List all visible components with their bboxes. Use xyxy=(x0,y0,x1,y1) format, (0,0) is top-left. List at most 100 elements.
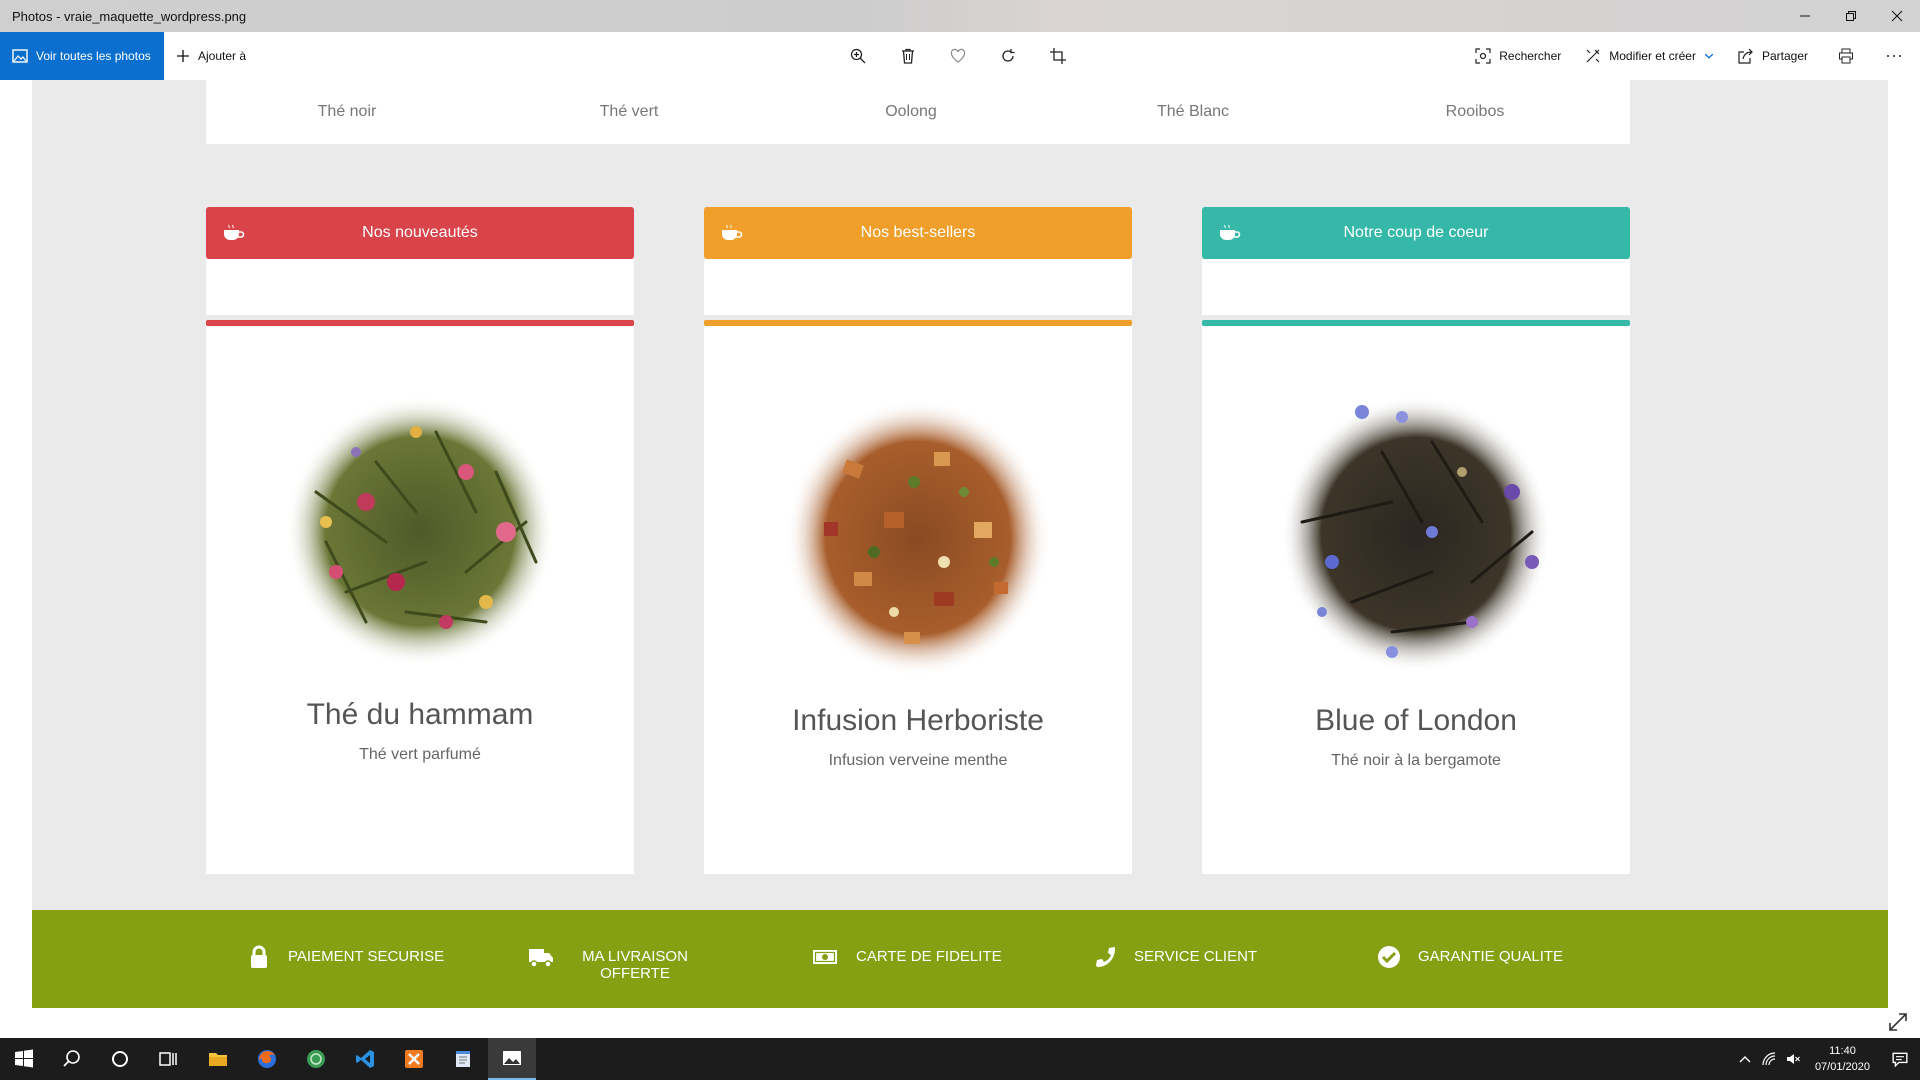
start-button[interactable] xyxy=(0,1038,48,1080)
toolbar-right: Rechercher Modifier et créer Partager xyxy=(1463,32,1920,80)
money-icon xyxy=(813,950,837,964)
cortana-button[interactable] xyxy=(96,1038,144,1080)
features-bar: PAIEMENT SECURISE MA LIVRAISON OFFERTE C… xyxy=(32,910,1888,1008)
card-header-new[interactable]: Nos nouveautés xyxy=(206,207,634,259)
feature-loyalty-card: CARTE DE FIDELITE xyxy=(810,944,1002,970)
system-tray: 11:40 07/01/2020 xyxy=(1733,1038,1920,1080)
show-hidden-icons-button[interactable] xyxy=(1733,1038,1757,1080)
minimize-button[interactable] xyxy=(1782,0,1828,32)
search-icon xyxy=(1475,48,1491,64)
card-header-favorite[interactable]: Notre coup de coeur xyxy=(1202,207,1630,259)
taskbar-photos[interactable] xyxy=(488,1038,536,1080)
taskbar-xampp[interactable] xyxy=(390,1038,438,1080)
check-circle-icon xyxy=(1378,946,1400,968)
search-taskbar-button[interactable] xyxy=(48,1038,96,1080)
xampp-icon xyxy=(405,1050,423,1068)
product-name[interactable]: Blue of London xyxy=(1202,704,1630,738)
delete-icon[interactable] xyxy=(896,44,920,68)
edit-create-label: Modifier et créer xyxy=(1609,49,1696,63)
chevron-up-icon xyxy=(1739,1056,1751,1063)
restore-button[interactable] xyxy=(1828,0,1874,32)
feature-quality-guarantee: GARANTIE QUALITE xyxy=(1376,944,1563,970)
product-card[interactable]: Infusion Herboriste Infusion verveine me… xyxy=(704,326,1132,874)
search-button[interactable]: Rechercher xyxy=(1463,32,1573,80)
rotate-icon[interactable] xyxy=(996,44,1020,68)
print-button[interactable] xyxy=(1820,32,1872,80)
card-spacer xyxy=(704,259,1132,315)
taskbar-app-green[interactable] xyxy=(292,1038,340,1080)
more-options-button[interactable] xyxy=(1872,32,1920,80)
share-icon xyxy=(1738,48,1753,64)
truck-icon xyxy=(529,949,553,968)
photos-icon xyxy=(12,49,28,63)
card-spacer xyxy=(206,259,634,315)
image-viewport: Thé noir Thé vert Oolong Thé Blanc Rooib… xyxy=(0,80,1920,1038)
product-image-black-tea xyxy=(1281,396,1551,672)
view-all-photos-label: Voir toutes les photos xyxy=(36,49,151,63)
vscode-icon xyxy=(356,1050,374,1068)
print-icon xyxy=(1839,48,1853,64)
folder-icon xyxy=(209,1053,227,1066)
product-image-herbal-infusion xyxy=(786,400,1050,676)
feature-label: MA LIVRAISON OFFERTE xyxy=(582,948,688,982)
app-toolbar: Voir toutes les photos Ajouter à Recherc… xyxy=(0,32,1920,80)
product-description: Thé noir à la bergamote xyxy=(1331,752,1501,769)
cortana-circle-icon xyxy=(112,1051,128,1067)
product-name[interactable]: Infusion Herboriste xyxy=(704,704,1132,738)
crop-icon[interactable] xyxy=(1046,44,1070,68)
zoom-icon[interactable] xyxy=(846,44,870,68)
feature-secure-payment: PAIEMENT SECURISE xyxy=(246,944,444,970)
product-name[interactable]: Thé du hammam xyxy=(206,698,634,732)
taskbar-file-explorer[interactable] xyxy=(194,1038,242,1080)
view-all-photos-button[interactable]: Voir toutes les photos xyxy=(0,32,164,80)
card-header-best-sellers[interactable]: Nos best-sellers xyxy=(704,207,1132,259)
taskbar-vscode[interactable] xyxy=(341,1038,389,1080)
share-label: Partager xyxy=(1761,49,1808,63)
network-icon xyxy=(1762,1052,1776,1066)
category-menu: Thé noir Thé vert Oolong Thé Blanc Rooib… xyxy=(206,80,1630,144)
action-center-button[interactable] xyxy=(1880,1038,1920,1080)
taskbar-clock[interactable]: 11:40 07/01/2020 xyxy=(1805,1043,1880,1075)
edit-icon xyxy=(1586,49,1600,63)
category-item[interactable]: Oolong xyxy=(770,103,1052,121)
photos-app-icon xyxy=(503,1051,521,1065)
feature-label: GARANTIE QUALITE xyxy=(1418,948,1564,965)
card-header-label: Notre coup de coeur xyxy=(1343,224,1489,241)
clock-time: 11:40 xyxy=(1829,1045,1856,1057)
favorite-heart-icon[interactable] xyxy=(946,44,970,68)
product-image-green-tea xyxy=(285,396,555,666)
category-item[interactable]: Thé noir xyxy=(206,103,488,121)
category-item[interactable]: Rooibos xyxy=(1334,103,1616,121)
category-item[interactable]: Thé vert xyxy=(488,103,770,121)
card-spacer xyxy=(1202,259,1630,315)
product-description: Thé vert parfumé xyxy=(359,746,481,763)
card-header-label: Nos nouveautés xyxy=(362,224,478,241)
task-view-button[interactable] xyxy=(144,1038,192,1080)
close-button[interactable] xyxy=(1874,0,1920,32)
category-item[interactable]: Thé Blanc xyxy=(1052,103,1334,121)
add-to-button[interactable]: Ajouter à xyxy=(164,32,258,80)
feature-label: CARTE DE FIDELITE xyxy=(856,948,1002,965)
product-description: Infusion verveine menthe xyxy=(828,752,1008,769)
search-label: Rechercher xyxy=(1499,49,1562,63)
tea-cup-icon xyxy=(722,224,743,240)
taskbar-notepad[interactable] xyxy=(439,1038,487,1080)
clock-date: 07/01/2020 xyxy=(1814,1061,1870,1073)
network-button[interactable] xyxy=(1757,1038,1781,1080)
product-card[interactable]: Thé du hammam Thé vert parfumé xyxy=(206,326,634,874)
add-to-label: Ajouter à xyxy=(198,49,247,63)
more-icon xyxy=(1887,55,1901,57)
notepad-icon xyxy=(456,1051,470,1067)
fullscreen-expand-icon[interactable] xyxy=(1888,1012,1908,1032)
edit-create-button[interactable]: Modifier et créer xyxy=(1573,32,1726,80)
lock-icon xyxy=(251,945,267,968)
product-card[interactable]: Blue of London Thé noir à la bergamote xyxy=(1202,326,1630,874)
card-header-label: Nos best-sellers xyxy=(860,224,976,241)
phone-icon xyxy=(1096,947,1115,967)
share-button[interactable]: Partager xyxy=(1726,32,1820,80)
volume-button[interactable] xyxy=(1781,1038,1805,1080)
window-title-bar: Photos - vraie_maquette_wordpress.png xyxy=(0,0,1920,32)
chevron-down-icon xyxy=(1704,53,1714,59)
tea-cup-icon xyxy=(224,224,245,240)
taskbar-firefox[interactable] xyxy=(243,1038,291,1080)
